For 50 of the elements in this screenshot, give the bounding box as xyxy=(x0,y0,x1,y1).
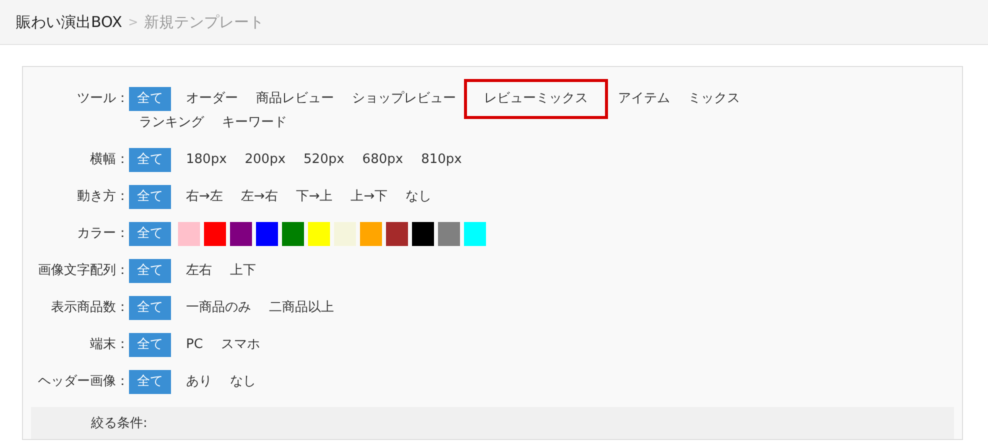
filter-option[interactable]: 上→下 xyxy=(342,185,396,209)
separator-icon: > xyxy=(128,15,138,29)
filter-option[interactable]: レビューミックス xyxy=(464,79,608,119)
filter-option[interactable]: ミックス xyxy=(680,87,748,111)
filter-option[interactable]: 810px xyxy=(413,148,470,172)
color-swatch[interactable] xyxy=(438,222,460,246)
color-swatch[interactable] xyxy=(334,222,356,246)
conditions-label: 絞る条件: xyxy=(91,415,148,432)
filter-option[interactable]: 商品レビュー xyxy=(248,87,342,111)
breadcrumb-link[interactable]: 賑わい演出BOX xyxy=(16,12,122,32)
filter-label: ヘッダー画像： xyxy=(37,373,129,391)
page-title: 新規テンプレート xyxy=(144,12,264,32)
color-swatch[interactable] xyxy=(178,222,200,246)
color-swatch[interactable] xyxy=(464,222,486,246)
filter-label: 端末： xyxy=(89,336,129,354)
filter-option[interactable]: 上下 xyxy=(222,259,264,283)
filter-option[interactable]: ランキング xyxy=(131,111,212,135)
filter-label: 表示商品数： xyxy=(50,299,129,317)
color-swatch[interactable] xyxy=(360,222,382,246)
filter-label: 画像文字配列： xyxy=(37,262,129,280)
filter-option[interactable]: 二商品以上 xyxy=(261,296,342,320)
filter-option[interactable]: スマホ xyxy=(212,333,268,357)
color-swatch[interactable] xyxy=(204,222,226,246)
filter-option[interactable]: なし xyxy=(222,370,264,394)
filter-option[interactable]: 680px xyxy=(354,148,412,172)
color-swatch[interactable] xyxy=(282,222,304,246)
filter-option[interactable]: 200px xyxy=(236,148,294,172)
filter-option[interactable]: 180px xyxy=(178,148,235,172)
filter-label: カラー： xyxy=(76,225,129,243)
filter-option[interactable]: あり xyxy=(178,370,220,394)
filter-option[interactable]: 一商品のみ xyxy=(178,296,259,320)
filter-option[interactable]: PC xyxy=(178,333,211,357)
filter-option[interactable]: ショップレビュー xyxy=(344,87,464,111)
color-swatch[interactable] xyxy=(308,222,330,246)
color-swatch[interactable] xyxy=(230,222,252,246)
filter-option[interactable]: 右→左 xyxy=(178,185,231,209)
filter-label: 横幅： xyxy=(89,151,129,169)
filter-label: ツール： xyxy=(76,90,129,108)
filter-option[interactable]: 左右 xyxy=(178,259,220,283)
filter-option[interactable]: 左→右 xyxy=(232,185,286,209)
filter-option[interactable]: オーダー xyxy=(178,87,246,111)
color-swatch[interactable] xyxy=(412,222,434,246)
color-swatch[interactable] xyxy=(256,222,278,246)
filter-option[interactable]: アイテム xyxy=(610,87,678,111)
filter-option[interactable]: 下→上 xyxy=(288,185,341,209)
filter-label: 動き方： xyxy=(76,188,129,206)
color-swatch[interactable] xyxy=(386,222,408,246)
filter-option[interactable]: キーワード xyxy=(214,111,295,135)
filter-option[interactable]: なし xyxy=(398,185,440,209)
filter-option[interactable]: 520px xyxy=(296,148,352,172)
